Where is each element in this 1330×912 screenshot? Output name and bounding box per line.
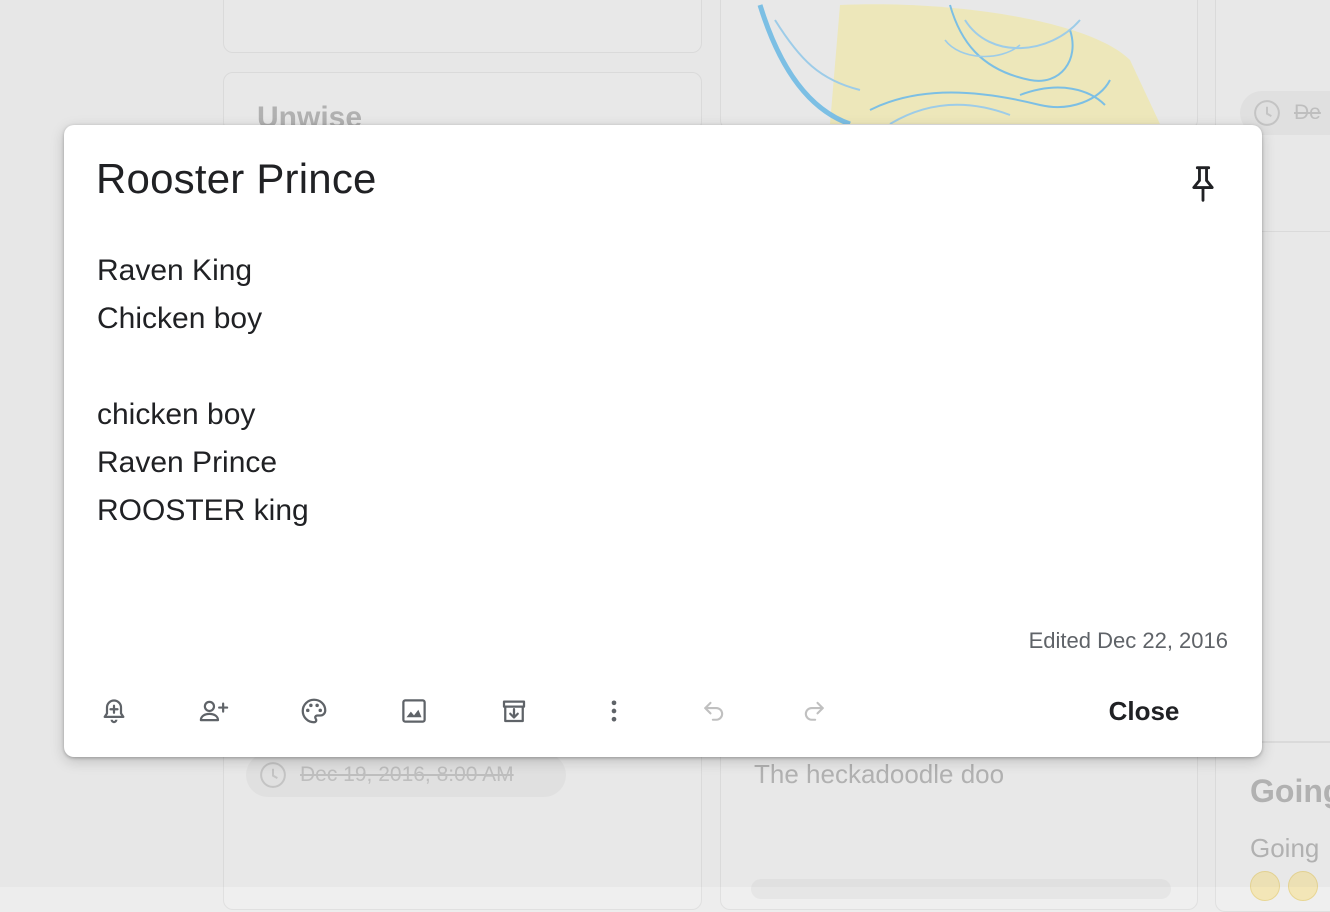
note-line: ROOSTER king bbox=[97, 494, 309, 527]
archive-button[interactable] bbox=[490, 687, 538, 735]
archive-icon bbox=[502, 700, 526, 723]
edited-timestamp: Edited Dec 22, 2016 bbox=[1028, 628, 1228, 653]
color-palette-icon bbox=[301, 698, 327, 724]
more-button[interactable] bbox=[590, 687, 638, 735]
remind-me-button[interactable] bbox=[90, 687, 138, 735]
note-title[interactable]: Rooster Prince bbox=[96, 155, 377, 203]
background-options-button[interactable] bbox=[290, 687, 338, 735]
note-line: Raven King bbox=[97, 254, 253, 287]
collaborator-icon bbox=[199, 700, 229, 722]
close-button[interactable]: Close bbox=[1084, 687, 1204, 735]
pin-icon bbox=[1192, 166, 1214, 202]
remind-me-icon bbox=[103, 699, 125, 724]
note-line: chicken boy bbox=[97, 398, 256, 431]
note-editor-dialog: Rooster Prince Raven King Chicken boy ch… bbox=[64, 125, 1262, 757]
note-body[interactable]: Raven King Chicken boy chicken boy Raven… bbox=[97, 247, 309, 535]
more-icon bbox=[611, 700, 617, 722]
undo-icon bbox=[704, 701, 724, 721]
pin-button[interactable] bbox=[1180, 161, 1226, 207]
redo-icon bbox=[804, 701, 824, 721]
undo-button[interactable] bbox=[690, 687, 738, 735]
redo-button[interactable] bbox=[790, 687, 838, 735]
collaborator-button[interactable] bbox=[190, 687, 238, 735]
add-image-button[interactable] bbox=[390, 687, 438, 735]
note-line: Chicken boy bbox=[97, 302, 263, 335]
add-image-icon bbox=[402, 699, 426, 723]
note-line: Raven Prince bbox=[97, 446, 278, 479]
note-line bbox=[97, 343, 309, 391]
